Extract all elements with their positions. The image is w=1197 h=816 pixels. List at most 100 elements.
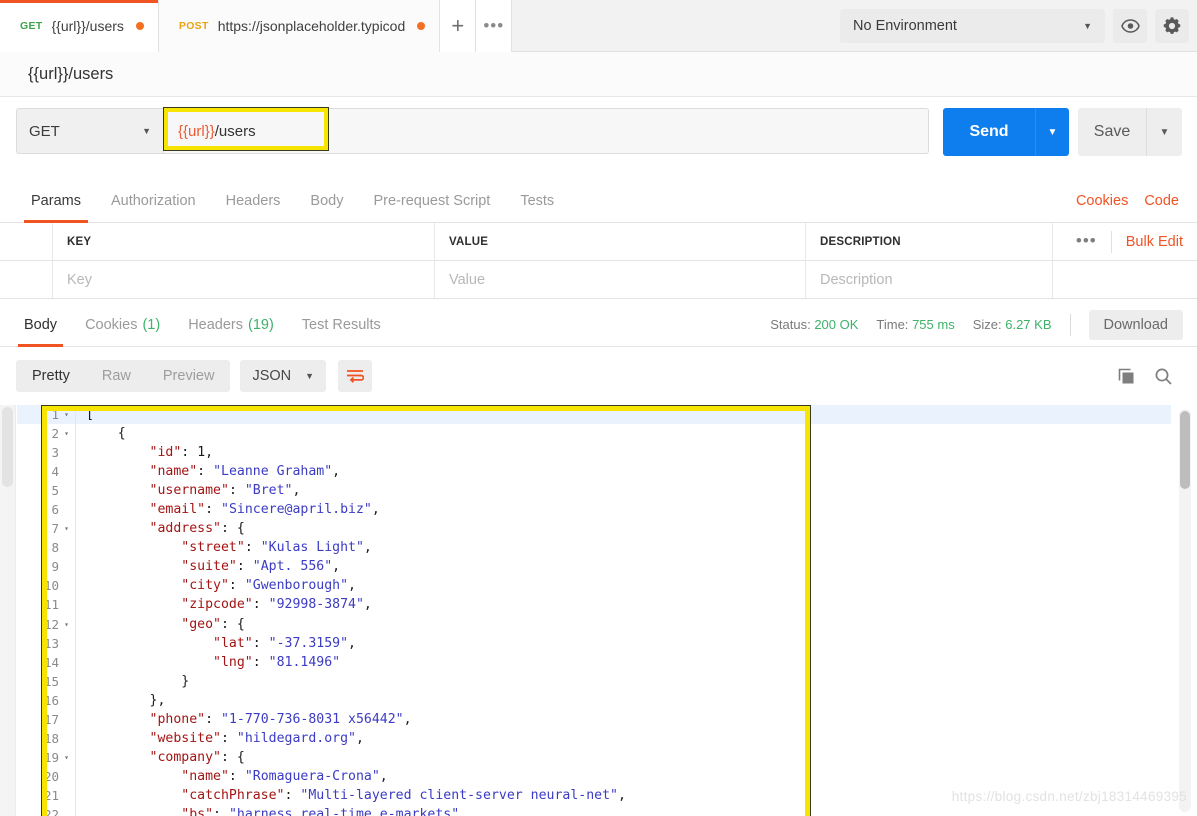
json-fold-toggle-icon[interactable]: ▾	[62, 405, 71, 424]
json-line-number: 18▾	[43, 730, 59, 746]
json-line-text: },	[149, 692, 166, 708]
view-mode-pretty[interactable]: Pretty	[16, 360, 86, 392]
json-line-number: 1 ▾	[17, 405, 75, 424]
json-fold-toggle-icon[interactable]: ▾	[62, 519, 71, 538]
json-line-text: "geo": {	[181, 616, 245, 632]
params-column-value: VALUE	[449, 235, 489, 248]
bulk-edit-link[interactable]: Bulk Edit	[1126, 234, 1183, 250]
request-tab-0-unsaved-dot	[135, 22, 144, 30]
json-code-body[interactable]: 1▾[2▾ {3▾ "id": 1,4▾ "name": "Leanne Gra…	[17, 405, 1171, 816]
response-size-value: 6.27 KB	[1005, 317, 1052, 332]
cookies-link[interactable]: Cookies	[1076, 193, 1128, 209]
chevron-down-icon: ▼	[1083, 21, 1092, 31]
response-tab-headers[interactable]: Headers (19)	[174, 303, 288, 347]
json-line-number: 20▾	[43, 768, 59, 784]
response-time-label: Time:	[876, 317, 909, 332]
response-tab-body-label: Body	[24, 316, 58, 333]
json-line-number: 3▾	[51, 445, 59, 461]
tab-headers[interactable]: Headers	[211, 179, 296, 223]
copy-icon	[1118, 368, 1134, 383]
tab-tests[interactable]: Tests	[505, 179, 569, 223]
tab-body[interactable]: Body	[295, 179, 358, 223]
word-wrap-toggle[interactable]	[338, 360, 373, 392]
settings-button[interactable]	[1155, 9, 1189, 43]
params-row-actions	[1053, 261, 1197, 298]
json-vertical-scrollbar-thumb[interactable]	[1180, 411, 1190, 489]
new-tab-button[interactable]: +	[440, 0, 477, 52]
tab-pre-request-script[interactable]: Pre-request Script	[358, 179, 505, 223]
json-line-number: 15▾	[43, 673, 59, 689]
json-line-number: 6▾	[51, 502, 59, 518]
json-line-text: "catchPhrase": "Multi-layered client-ser…	[181, 787, 626, 803]
json-line-number: 9▾	[51, 559, 59, 575]
response-tab-headers-label: Headers	[188, 316, 243, 333]
tab-authorization[interactable]: Authorization	[96, 179, 211, 223]
params-options-icon[interactable]: •••	[1076, 232, 1097, 249]
json-line-text: "city": "Gwenborough",	[181, 578, 356, 594]
tab-options-button[interactable]: •••	[476, 0, 513, 52]
json-line: 3▾ "id": 1,	[17, 443, 1171, 463]
request-tab-0-name: {{url}}/users	[51, 18, 124, 34]
params-value-input[interactable]: Value	[449, 272, 485, 288]
send-options-button[interactable]: ▼	[1035, 108, 1069, 156]
response-size: Size: 6.27 KB	[973, 317, 1052, 332]
response-view-toolbar: Pretty Raw Preview JSON ▼	[0, 347, 1197, 405]
response-tabs: Body Cookies (1) Headers (19) Test Resul…	[0, 303, 1197, 347]
url-input[interactable]: {{url}}/users	[163, 108, 929, 154]
url-row: GET ▼ {{url}}/users	[16, 108, 929, 154]
request-tab-0-method: GET	[20, 20, 43, 32]
response-format-select[interactable]: JSON ▼	[240, 360, 327, 392]
response-view-actions	[1117, 367, 1197, 386]
environment-quick-look-button[interactable]	[1113, 9, 1147, 43]
save-options-button[interactable]: ▼	[1146, 108, 1182, 156]
response-left-scrollbar-thumb[interactable]	[2, 407, 13, 487]
params-row-checkbox-cell[interactable]	[0, 261, 53, 298]
response-tab-body[interactable]: Body	[10, 303, 71, 347]
json-code-scroll: 1▾[2▾ {3▾ "id": 1,4▾ "name": "Leanne Gra…	[17, 405, 1171, 816]
response-status-label: Status:	[770, 317, 811, 332]
json-fold-toggle-icon[interactable]: ▾	[62, 424, 71, 443]
json-line-text: "email": "Sincere@april.biz",	[149, 502, 380, 518]
json-line-text: "bs": "harness real-time e-markets"	[181, 806, 460, 816]
request-tab-1[interactable]: POST https://jsonplaceholder.typicod	[158, 0, 441, 52]
json-line-number: 4▾	[51, 464, 59, 480]
response-meta: Status: 200 OK Time: 755 ms Size: 6.27 K…	[770, 309, 1197, 340]
json-line-number: 8▾	[51, 540, 59, 556]
response-tab-cookies[interactable]: Cookies (1)	[71, 303, 174, 347]
response-tab-test-results[interactable]: Test Results	[288, 303, 395, 347]
search-response-button[interactable]	[1154, 367, 1173, 386]
tab-params[interactable]: Params	[16, 179, 96, 223]
json-line-text: "zipcode": "92998-3874",	[181, 597, 372, 613]
response-left-scrollbar[interactable]	[0, 405, 16, 816]
view-mode-raw[interactable]: Raw	[86, 360, 147, 392]
params-description-input[interactable]: Description	[820, 272, 893, 288]
params-key-input[interactable]: Key	[67, 272, 92, 288]
response-tab-cookies-label: Cookies	[85, 316, 138, 333]
view-mode-preview[interactable]: Preview	[147, 360, 231, 392]
json-line: 2 ▾ {	[17, 424, 1171, 444]
json-line-text: "name": "Leanne Graham",	[149, 464, 341, 480]
request-tab-1-unsaved-dot	[417, 22, 426, 30]
response-time: Time: 755 ms	[876, 317, 954, 332]
json-code-pane[interactable]: 1▾[2▾ {3▾ "id": 1,4▾ "name": "Leanne Gra…	[17, 405, 1197, 816]
code-link[interactable]: Code	[1144, 193, 1179, 209]
download-button[interactable]: Download	[1088, 309, 1183, 340]
json-line: 4▾ "name": "Leanne Graham",	[17, 462, 1171, 482]
eye-icon	[1120, 19, 1140, 33]
environment-selector[interactable]: No Environment ▼	[840, 9, 1105, 43]
copy-to-clipboard-button[interactable]	[1117, 367, 1136, 386]
http-method-select[interactable]: GET ▼	[16, 108, 163, 154]
save-button[interactable]: Save	[1078, 108, 1146, 156]
params-column-key: KEY	[67, 235, 92, 248]
json-fold-toggle-icon[interactable]: ▾	[62, 748, 71, 767]
json-vertical-scrollbar[interactable]	[1179, 409, 1191, 812]
plus-icon: +	[451, 13, 465, 38]
top-bar: GET {{url}}/users POST https://jsonplace…	[0, 0, 1197, 52]
send-button[interactable]: Send	[943, 108, 1035, 156]
json-fold-toggle-icon[interactable]: ▾	[62, 615, 71, 634]
http-method-label: GET	[29, 122, 60, 140]
request-tab-0[interactable]: GET {{url}}/users	[0, 0, 159, 52]
response-format-label: JSON	[252, 368, 292, 384]
url-path: /users	[214, 122, 256, 140]
json-line-text: "company": {	[149, 749, 245, 765]
